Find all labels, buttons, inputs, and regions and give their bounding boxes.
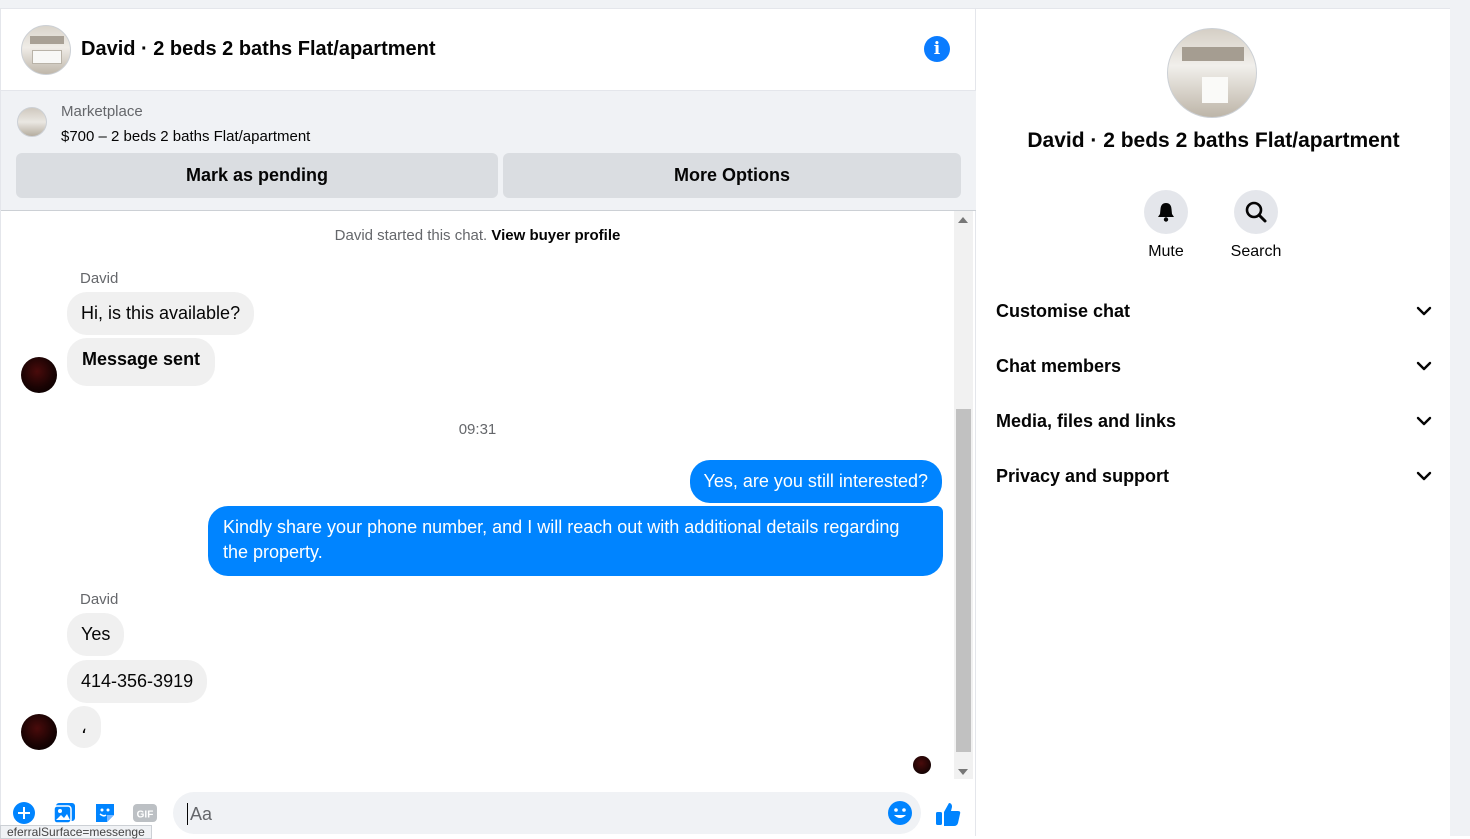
marketplace-label: Marketplace [61, 103, 143, 120]
svg-text:GIF: GIF [137, 810, 154, 821]
seen-indicator-avatar [913, 756, 931, 774]
message-bubble[interactable]: Hi, is this available? [67, 292, 255, 335]
chevron-down-icon [1416, 471, 1432, 481]
search-label: Search [1230, 243, 1282, 260]
section-label: Customise chat [996, 300, 1131, 321]
chat-started-notice: David started this chat. View buyer prof… [1, 227, 954, 244]
mute-button[interactable] [1144, 190, 1188, 234]
david-avatar[interactable] [21, 714, 57, 750]
scroll-down-arrow-icon[interactable] [958, 769, 968, 775]
like-icon[interactable] [933, 799, 963, 829]
view-buyer-profile-link[interactable]: View buyer profile [491, 227, 620, 244]
window-top-edge [0, 0, 1450, 9]
chat-title[interactable]: David · 2 beds 2 baths Flat/apartment [81, 38, 436, 61]
bell-icon [1158, 203, 1174, 222]
chat-pane: David · 2 beds 2 baths Flat/apartment i … [0, 9, 976, 836]
message-input-container[interactable] [173, 792, 921, 834]
message-bubble-outgoing[interactable]: Yes, are you still interested? [689, 460, 942, 503]
chat-started-text: David started this chat. [334, 227, 488, 244]
status-bar-url: eferralSurface=messenge [0, 825, 152, 839]
message-input[interactable] [187, 803, 867, 825]
message-bubble[interactable]: 414-356-3919 [67, 660, 208, 703]
message-bubble[interactable]: Message sent [67, 338, 216, 386]
message-timestamp: 09:31 [458, 421, 497, 438]
section-media-files-links[interactable]: Media, files and links [996, 401, 1432, 441]
conversation-info-panel: David · 2 beds 2 baths Flat/apartment Mu… [977, 9, 1450, 836]
search-icon [1245, 201, 1267, 223]
message-bubble[interactable]: Yes [67, 613, 125, 656]
sticker-icon[interactable] [93, 801, 117, 825]
gif-icon[interactable]: GIF [132, 801, 158, 825]
listing-avatar[interactable] [21, 24, 71, 75]
info-title: David · 2 beds 2 baths Flat/apartment [1027, 129, 1400, 152]
section-privacy-support[interactable]: Privacy and support [996, 456, 1432, 496]
mute-label: Mute [1148, 243, 1184, 260]
section-customise-chat[interactable]: Customise chat [996, 291, 1432, 331]
emoji-icon[interactable] [887, 800, 913, 826]
scroll-up-arrow-icon[interactable] [958, 217, 968, 223]
search-button[interactable] [1234, 190, 1278, 234]
listing-thumbnail[interactable] [17, 107, 47, 137]
marketplace-banner: Marketplace $700 – 2 beds 2 baths Flat/a… [1, 90, 976, 211]
message-list: David started this chat. View buyer prof… [1, 211, 954, 779]
window-right-gutter [1450, 0, 1470, 836]
plus-icon[interactable] [12, 801, 36, 825]
info-icon[interactable]: i [924, 36, 950, 62]
listing-avatar-large[interactable] [1167, 28, 1257, 118]
chevron-down-icon [1416, 306, 1432, 316]
chevron-down-icon [1416, 416, 1432, 426]
section-label: Media, files and links [996, 410, 1177, 431]
mark-as-pending-button[interactable]: Mark as pending [16, 153, 498, 198]
sender-name: David [80, 591, 119, 608]
scroll-thumb[interactable] [956, 409, 971, 752]
message-bubble[interactable]: ، [67, 706, 101, 748]
sender-name: David [80, 270, 119, 287]
photo-icon[interactable] [53, 801, 77, 825]
section-chat-members[interactable]: Chat members [996, 346, 1432, 386]
chat-header: David · 2 beds 2 baths Flat/apartment i [1, 9, 976, 90]
david-avatar[interactable] [21, 357, 57, 393]
message-scrollbar[interactable] [954, 211, 973, 779]
mute-action[interactable]: Mute [1126, 190, 1206, 261]
message-bubble-outgoing[interactable]: Kindly share your phone number, and I wi… [208, 506, 943, 576]
section-label: Privacy and support [996, 465, 1170, 486]
more-options-button[interactable]: More Options [503, 153, 961, 198]
listing-price[interactable]: $700 – 2 beds 2 baths Flat/apartment [61, 128, 310, 145]
chevron-down-icon [1416, 361, 1432, 371]
section-label: Chat members [996, 355, 1122, 376]
search-action[interactable]: Search [1216, 190, 1296, 261]
